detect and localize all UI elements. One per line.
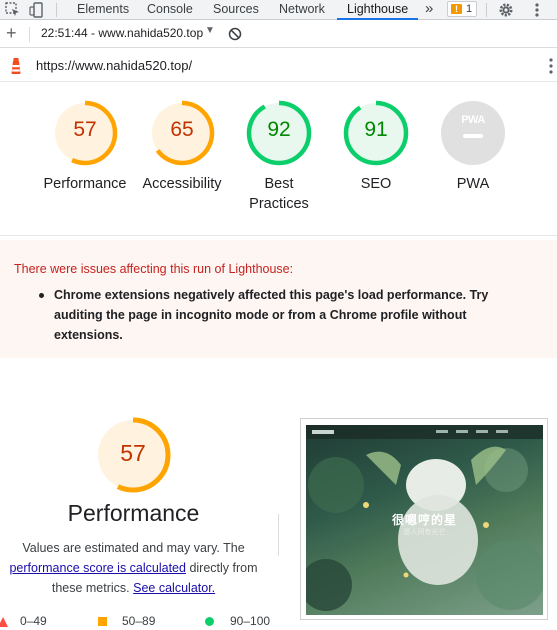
runtime-warning: There were issues affecting this run of …	[0, 240, 557, 358]
tab-lighthouse[interactable]: Lighthouse	[336, 0, 419, 20]
section-divider	[278, 514, 279, 556]
square-icon	[98, 617, 107, 626]
devtools-tab-bar: Elements Console Sources Network Lightho…	[0, 0, 557, 20]
accessibility-score: 65	[170, 118, 194, 141]
best-practices-label-line: Practices	[249, 196, 309, 212]
more-tabs-button[interactable]: »	[425, 0, 433, 20]
performance-score-link[interactable]: performance score is calculated	[9, 561, 185, 575]
tab-elements[interactable]: Elements	[77, 0, 129, 20]
best-practices-label-line: Best	[264, 176, 294, 192]
toolbar-divider	[56, 3, 57, 17]
new-report-button[interactable]: +	[6, 23, 17, 43]
legend-range: 90–100	[230, 614, 271, 628]
chevron-down-icon[interactable]: ▼	[205, 25, 215, 36]
toolbar-divider	[29, 27, 30, 42]
device-toolbar-icon[interactable]	[28, 1, 46, 19]
performance-score: 57	[73, 118, 97, 141]
toolbar-divider	[486, 3, 487, 17]
report-url[interactable]: https://www.nahida520.top/	[36, 58, 192, 73]
seo-score: 91	[364, 118, 388, 141]
final-screenshot[interactable]: 很嗯哼的星 愿人间有光芒	[300, 418, 548, 620]
performance-section-score: 57	[120, 440, 146, 466]
lighthouse-logo-icon	[11, 58, 21, 74]
performance-description: Values are estimated and may vary. The p…	[0, 538, 267, 598]
warnings-badge[interactable]: ! 1	[447, 1, 477, 17]
screenshot-subline: 愿人间有光芒	[403, 529, 446, 536]
report-menu-icon[interactable]	[549, 57, 553, 75]
accessibility-label: Accessibility	[142, 176, 222, 192]
gauge-performance[interactable]: 57 Performance	[38, 100, 132, 194]
performance-desc-text: these metrics.	[51, 581, 130, 595]
section-divider	[0, 235, 557, 236]
best-practices-label: Best Practices	[232, 174, 326, 214]
tab-console[interactable]: Console	[147, 0, 193, 20]
screenshot-image: 很嗯哼的星 愿人间有光芒	[306, 425, 543, 615]
see-calculator-link[interactable]: See calculator.	[133, 581, 215, 595]
legend-range: 0–49	[20, 614, 47, 628]
warning-count: 1	[466, 3, 473, 15]
gauge-seo[interactable]: 91 SEO	[329, 100, 423, 194]
performance-desc-line: performance score is calculated directly…	[0, 558, 267, 578]
inspect-element-icon[interactable]	[4, 1, 22, 19]
gauge-accessibility[interactable]: 65 Accessibility	[135, 100, 229, 194]
runtime-warning-title: There were issues affecting this run of …	[14, 262, 294, 276]
warning-icon: !	[451, 4, 462, 14]
clear-reports-icon[interactable]	[228, 27, 242, 41]
legend-range: 50–89	[122, 614, 156, 628]
pwa-label: PWA	[456, 176, 490, 192]
screenshot-headline: 很嗯哼的星	[391, 513, 457, 527]
gauge-best-practices[interactable]: 92 Best Practices	[232, 100, 326, 214]
runtime-warning-list: Chrome extensions negatively affected th…	[39, 285, 514, 345]
settings-gear-icon[interactable]	[497, 1, 515, 19]
runtime-warning-item: Chrome extensions negatively affected th…	[39, 285, 514, 345]
lighthouse-toolbar: + 22:51:44 - www.nahida520.top ▼	[0, 21, 557, 48]
performance-label: Performance	[43, 176, 127, 192]
tab-sources[interactable]: Sources	[213, 0, 259, 20]
performance-desc-line: Values are estimated and may vary. The	[22, 541, 245, 555]
performance-desc-line: these metrics. See calculator.	[0, 578, 267, 598]
performance-desc-text: directly from	[185, 561, 258, 575]
report-url-row: https://www.nahida520.top/	[0, 49, 557, 82]
performance-section-title: Performance	[67, 500, 200, 526]
more-options-icon[interactable]	[528, 1, 546, 19]
best-practices-score: 92	[267, 118, 291, 141]
circle-icon	[205, 617, 214, 626]
pwa-badge-text: PWA	[461, 114, 485, 126]
report-selector[interactable]: 22:51:44 - www.nahida520.top	[41, 26, 203, 40]
tab-network[interactable]: Network	[279, 0, 325, 20]
seo-label: SEO	[360, 176, 392, 192]
triangle-icon	[0, 617, 8, 627]
pwa-badge-icon: PWA	[441, 101, 505, 165]
gauge-pwa[interactable]: PWA PWA	[426, 100, 520, 194]
